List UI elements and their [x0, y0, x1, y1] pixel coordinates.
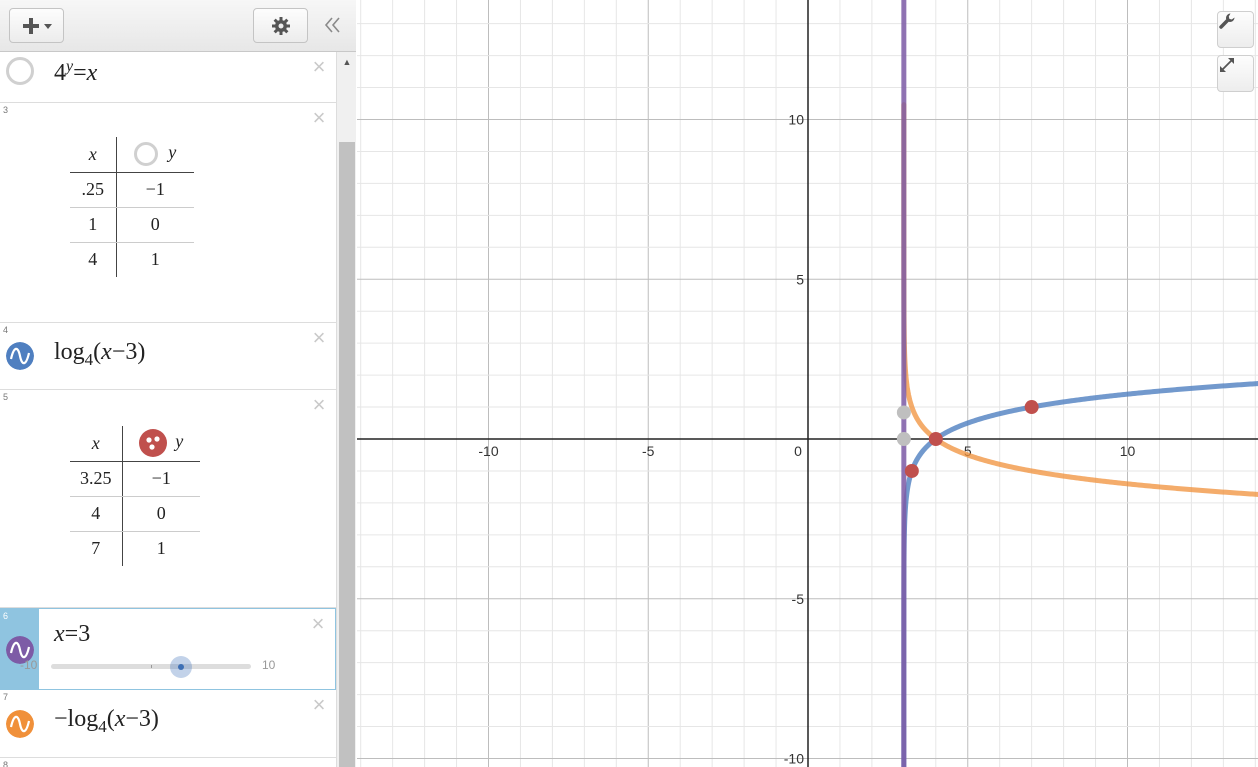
slider-min-label[interactable]: -10 — [20, 658, 37, 672]
expression-index: 8 — [3, 760, 9, 767]
double-chevron-left-icon — [324, 17, 340, 33]
y-tick-label: 5 — [796, 271, 804, 287]
table-header-y[interactable]: y — [116, 137, 194, 173]
data-table[interactable]: x y 3.25 −1 4 0 7 1 — [70, 426, 200, 566]
gear-icon — [271, 16, 290, 35]
graph-wave-icon[interactable] — [6, 710, 34, 738]
table-header-y-label: y — [175, 431, 184, 452]
table-cell[interactable]: 0 — [116, 207, 194, 243]
fullscreen-button[interactable] — [1217, 55, 1254, 92]
expression-math[interactable]: 4y=x — [54, 58, 97, 87]
table-row: 7 1 — [70, 531, 200, 566]
curve-log4 — [901, 381, 1258, 767]
table-cell[interactable]: 4 — [70, 242, 117, 277]
expression-table[interactable]: 3 × x y .25 −1 1 0 4 1 — [0, 103, 336, 323]
settings-button[interactable] — [253, 8, 308, 43]
x-tick-label: -5 — [642, 443, 655, 459]
slider-thumb[interactable] — [170, 656, 192, 678]
expression-index: 7 — [3, 692, 9, 702]
wrench-icon — [1219, 13, 1235, 29]
y-tick-label: -10 — [784, 751, 804, 767]
y-tick-label: -5 — [792, 591, 805, 607]
scroll-up-arrow-icon[interactable]: ▲ — [337, 52, 357, 72]
table-cell[interactable]: 1 — [116, 242, 194, 277]
slider-max-label[interactable]: 10 — [262, 658, 275, 672]
table-row: 4 1 — [70, 242, 194, 277]
table-cell[interactable]: 0 — [122, 496, 200, 532]
table-cell[interactable]: .25 — [70, 172, 117, 208]
data-point — [928, 432, 943, 446]
plus-icon — [22, 17, 52, 34]
table-header-y-label: y — [168, 142, 177, 163]
delete-icon[interactable]: × — [309, 613, 327, 635]
expression-scrollbar[interactable]: ▲ — [336, 52, 356, 767]
expression-item[interactable]: 4y=x × — [0, 52, 336, 103]
table-cell[interactable]: −1 — [116, 172, 194, 208]
expression-math[interactable]: −log4(x−3) — [54, 706, 159, 737]
curve-neg-log4 — [901, 102, 1258, 497]
expression-item-empty[interactable]: 8 — [0, 758, 336, 767]
table-header-x[interactable]: x — [70, 137, 117, 173]
expression-math[interactable]: x=3 — [54, 621, 90, 648]
expression-toolbar — [0, 0, 356, 52]
table-row: .25 −1 — [70, 172, 194, 208]
desmos-app: 4y=x × 3 × x y .25 −1 1 0 4 1 4 log4(x−3… — [0, 0, 1258, 767]
x-tick-label: -10 — [478, 443, 498, 459]
table-cell[interactable]: 7 — [70, 531, 123, 566]
delete-icon[interactable]: × — [310, 56, 328, 78]
collapse-panel-button[interactable] — [318, 10, 348, 40]
x-tick-label: 10 — [1120, 443, 1136, 459]
table-row: 1 0 — [70, 207, 194, 243]
table-cell[interactable]: 1 — [70, 207, 117, 243]
x-tick-label: 0 — [794, 443, 802, 459]
table-header-y[interactable]: y — [122, 426, 200, 462]
graph-canvas[interactable]: -10 -5 0 5 10105-5-10 — [357, 0, 1258, 767]
delete-icon[interactable]: × — [310, 694, 328, 716]
delete-icon[interactable]: × — [310, 107, 328, 129]
expression-gutter — [0, 103, 39, 322]
expression-index: 3 — [3, 105, 9, 115]
hidden-graph-circle-icon[interactable] — [6, 57, 34, 85]
data-table[interactable]: x y .25 −1 1 0 4 1 — [70, 137, 194, 277]
expression-panel: 4y=x × 3 × x y .25 −1 1 0 4 1 4 log4(x−3… — [0, 0, 356, 767]
expression-index: 5 — [3, 392, 9, 402]
expression-item-selected[interactable]: 6 x=3 × -10 10 — [0, 608, 336, 690]
expression-list: 4y=x × 3 × x y .25 −1 1 0 4 1 4 log4(x−3… — [0, 52, 336, 767]
table-cell[interactable]: 4 — [70, 496, 123, 532]
expression-math[interactable]: log4(x−3) — [54, 339, 145, 370]
graph-wave-icon[interactable] — [6, 342, 34, 370]
expression-index: 4 — [3, 325, 9, 335]
expression-gutter — [0, 390, 39, 607]
expand-icon — [1220, 58, 1234, 72]
graph-paper[interactable]: -10 -5 0 5 10 10 5 -5 -10 — [357, 0, 1258, 767]
y-tick-label: 10 — [788, 112, 804, 128]
expression-item[interactable]: 7 −log4(x−3) × — [0, 690, 336, 758]
data-point — [1024, 400, 1039, 415]
slider-row: -10 10 — [20, 656, 290, 678]
data-point — [896, 432, 911, 446]
scrollbar-thumb[interactable] — [339, 142, 355, 767]
table-cell[interactable]: 3.25 — [70, 461, 123, 497]
table-row: 3.25 −1 — [70, 461, 200, 497]
points-style-icon[interactable] — [139, 429, 168, 458]
expression-table[interactable]: 5 × x y 3.25 −1 4 0 7 1 — [0, 390, 336, 608]
delete-icon[interactable]: × — [310, 394, 328, 416]
table-header-x[interactable]: x — [70, 426, 123, 462]
graph-settings-button[interactable] — [1217, 11, 1254, 48]
data-point — [904, 463, 919, 478]
expression-item[interactable]: 4 log4(x−3) × — [0, 323, 336, 390]
table-cell[interactable]: 1 — [122, 531, 200, 566]
table-row: 4 0 — [70, 496, 200, 532]
table-cell[interactable]: −1 — [122, 461, 200, 497]
hidden-points-circle-icon[interactable] — [134, 142, 159, 167]
slider-zero-tick — [151, 665, 152, 668]
delete-icon[interactable]: × — [310, 327, 328, 349]
add-item-button[interactable] — [9, 8, 64, 43]
data-point — [896, 405, 911, 420]
expression-index: 6 — [3, 611, 9, 621]
